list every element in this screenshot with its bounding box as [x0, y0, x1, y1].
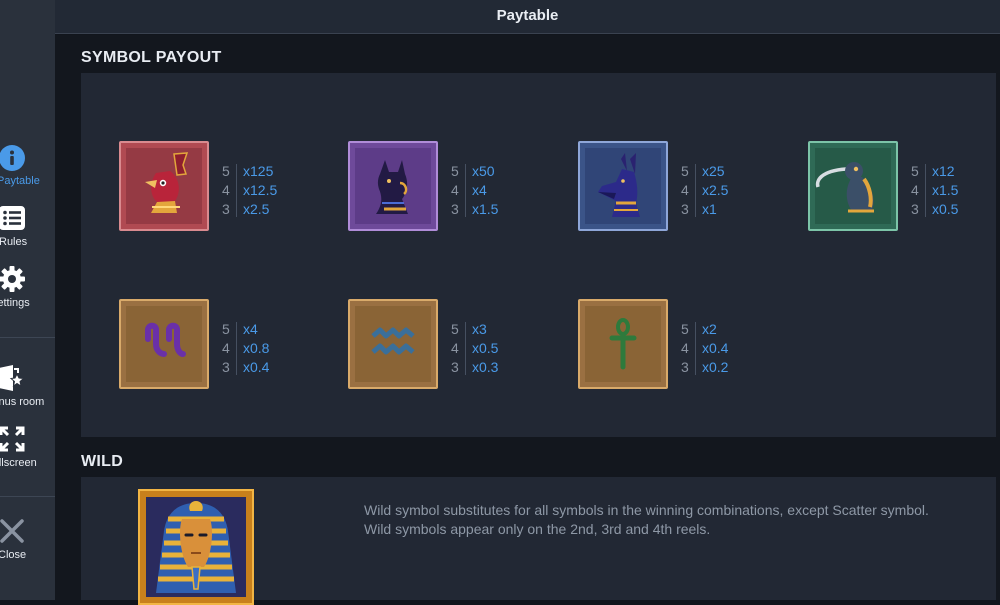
payout-count: 5 [911, 163, 919, 179]
payout-count: 5 [451, 163, 459, 179]
payout-count: 4 [222, 182, 230, 198]
payout-count: 4 [222, 340, 230, 356]
payout-count: 5 [681, 163, 689, 179]
payout-list: 5 x125 4 x12.5 3 x2.5 [219, 162, 309, 219]
payout-multiplier: x0.5 [932, 201, 959, 217]
pharaoh-wild-icon [138, 489, 254, 605]
payout-count: 3 [222, 359, 230, 375]
sidebar-item-close[interactable]: Close [0, 518, 55, 574]
payout-multiplier: x25 [702, 163, 725, 179]
payout-multiplier: x0.3 [472, 359, 499, 375]
symbol-payout-title: SYMBOL PAYOUT [81, 49, 222, 66]
payout-multiplier: x3 [472, 321, 487, 337]
payout-multiplier: x2.5 [243, 201, 270, 217]
sidebar-item-label: Settings [0, 297, 30, 309]
payout-multiplier: x1 [702, 201, 717, 217]
payout-list: 5 x2 4 x0.4 3 x0.2 [678, 320, 768, 377]
payout-count: 5 [222, 321, 230, 337]
sidebar-item-label: Close [0, 549, 27, 561]
payout-multiplier: x12.5 [243, 182, 278, 198]
payout-count: 5 [451, 321, 459, 337]
info-icon [0, 145, 25, 171]
payout-multiplier: x125 [243, 163, 274, 179]
symbol-payout-panel: 5x125 4x12.5 3x2.5 5x50 4x4 3x1.5 [81, 73, 996, 437]
sidebar-divider [0, 496, 55, 497]
payout-multiplier: x1.5 [932, 182, 959, 198]
anubis-symbol-icon [578, 141, 668, 231]
sidebar-item-label: Fullscreen [0, 457, 37, 469]
payout-multiplier: x50 [472, 163, 495, 179]
payout-multiplier: x0.8 [243, 340, 270, 356]
payout-multiplier: x0.2 [702, 359, 729, 375]
close-icon [0, 519, 24, 543]
sidebar-item-settings[interactable]: Settings [0, 266, 55, 322]
payout-multiplier: x0.5 [472, 340, 499, 356]
payout-count: 3 [681, 201, 689, 217]
sidebar-item-label: Bonus room [0, 396, 45, 408]
payout-count: 3 [451, 359, 459, 375]
wild-title: WILD [81, 453, 124, 470]
fullscreen-icon [0, 426, 25, 452]
payout-multiplier: x1.5 [472, 201, 499, 217]
wild-description-line: Wild symbols appear only on the 2nd, 3rd… [364, 521, 711, 537]
payout-count: 3 [681, 359, 689, 375]
wild-panel: Wild symbol substitutes for all symbols … [81, 477, 996, 605]
payout-count: 4 [681, 340, 689, 356]
sidebar-item-paytable[interactable]: Paytable [0, 144, 55, 200]
payout-multiplier: x0.4 [702, 340, 729, 356]
sidebar-item-label: Rules [0, 236, 28, 248]
water-glyph-icon [348, 299, 438, 389]
payout-count: 4 [451, 340, 459, 356]
payout-list: 5 x4 4 x0.8 3 x0.4 [219, 320, 309, 377]
payout-list: 5 x3 4 x0.5 3 x0.3 [448, 320, 538, 377]
wild-description-line: Wild symbol substitutes for all symbols … [364, 502, 929, 518]
paytable-content[interactable]: SYMBOL PAYOUT 5 x125 4 x12.5 3 x2.5 5 x5… [55, 35, 1000, 605]
payout-multiplier: x4 [243, 321, 258, 337]
payout-count: 5 [222, 163, 230, 179]
payout-count: 4 [451, 182, 459, 198]
bastet-symbol-icon [348, 141, 438, 231]
payout-count: 4 [911, 182, 919, 198]
bonus-room-icon [0, 365, 25, 391]
sidebar-item-rules[interactable]: Rules [0, 205, 55, 261]
sidebar: Paytable Rules ettings nus room llscreen… [0, 0, 55, 600]
reeds-glyph-icon [119, 299, 209, 389]
horus-symbol-icon [119, 141, 209, 231]
payout-multiplier: x12 [932, 163, 955, 179]
page-title: Paytable [496, 7, 559, 24]
payout-multiplier: x0.4 [243, 359, 270, 375]
sidebar-divider [0, 337, 55, 338]
payout-count: 3 [911, 201, 919, 217]
sidebar-item-label: Paytable [0, 175, 40, 187]
payout-multiplier: x2.5 [702, 182, 729, 198]
list-icon [0, 206, 25, 230]
payout-multiplier: x2 [702, 321, 717, 337]
payout-count: 4 [681, 182, 689, 198]
payout-count: 5 [681, 321, 689, 337]
payout-list: 5 x25 4 x2.5 3 x1 [678, 162, 768, 219]
payout-multiplier: x4 [472, 182, 487, 198]
payout-list: 5 x12 4 x1.5 3 x0.5 [908, 162, 998, 219]
payout-count: 3 [222, 201, 230, 217]
page-header: Paytable [55, 0, 1000, 34]
payout-count: 3 [451, 201, 459, 217]
payout-list: 5 x50 4 x4 3 x1.5 [448, 162, 538, 219]
gear-icon [0, 266, 25, 292]
ibis-symbol-icon [808, 141, 898, 231]
sidebar-item-fullscreen[interactable]: Fullscreen [0, 426, 55, 482]
ankh-glyph-icon [578, 299, 668, 389]
sidebar-item-bonus-room[interactable]: Bonus room [0, 365, 55, 421]
wild-description: Wild symbol substitutes for all symbols … [364, 501, 994, 539]
